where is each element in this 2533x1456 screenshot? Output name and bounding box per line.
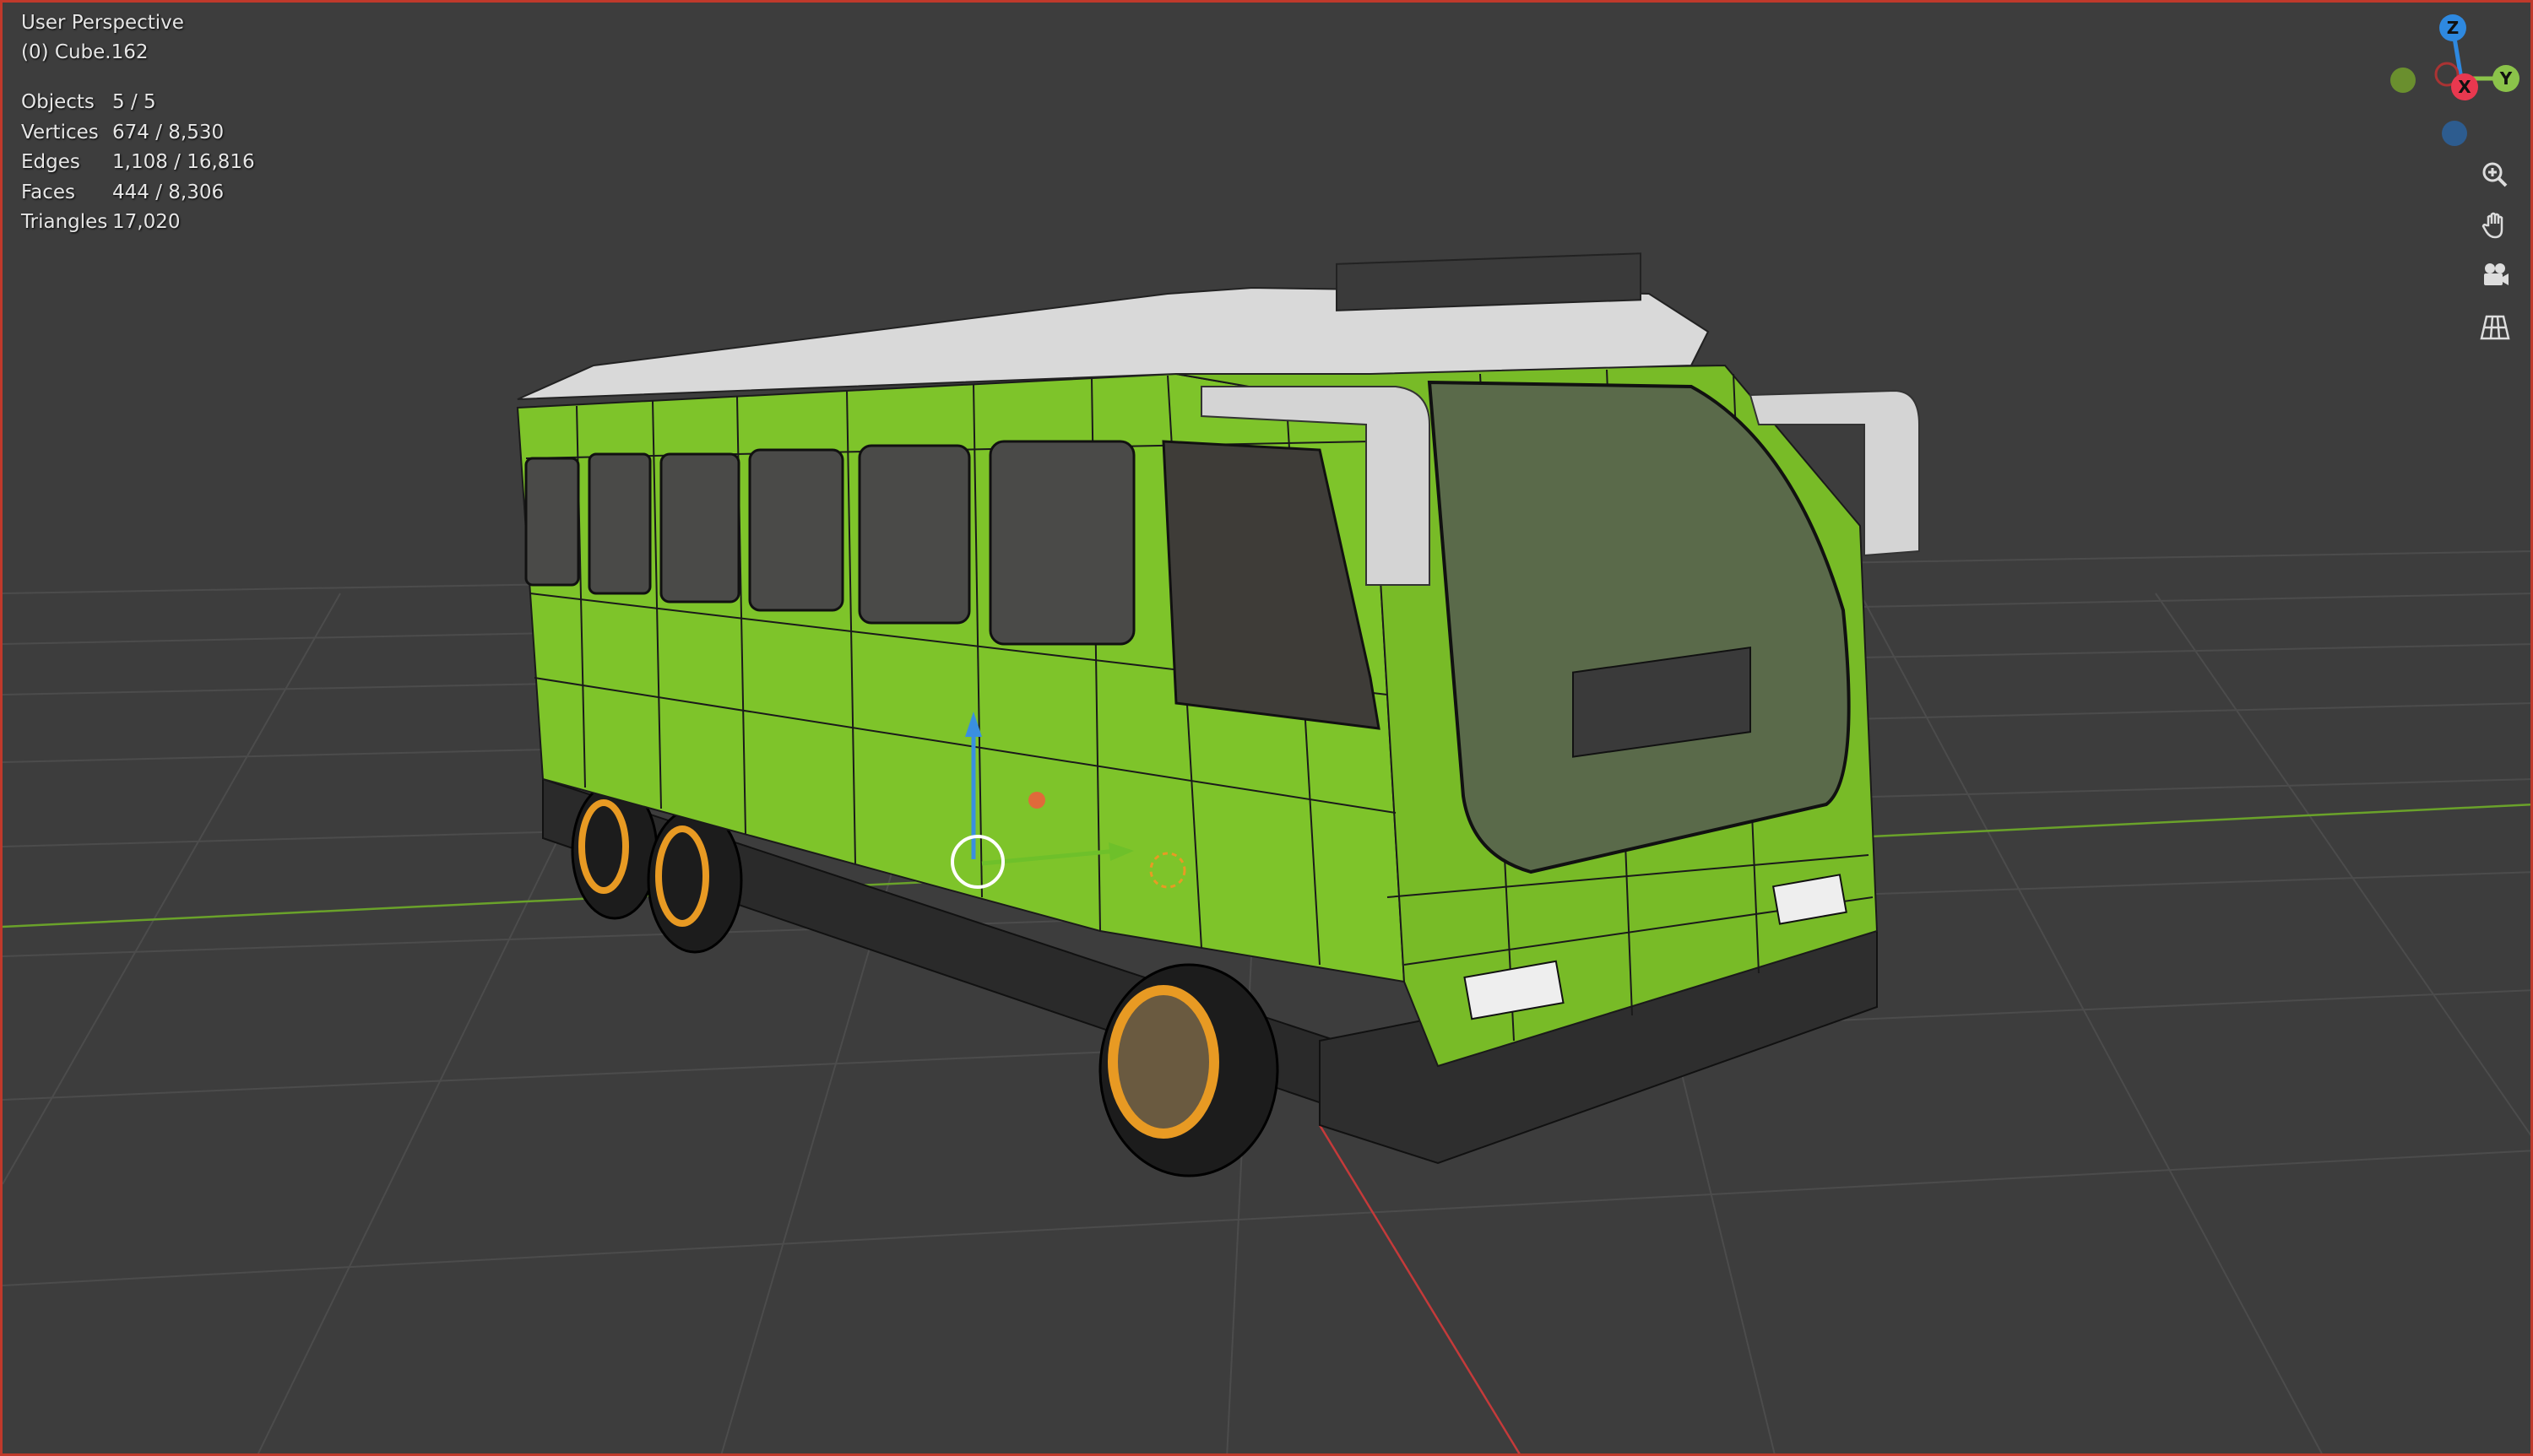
roof-rack bbox=[1336, 252, 1641, 311]
z-axis-label: Z bbox=[2447, 18, 2460, 38]
stat-row-faces: Faces 444 / 8,306 bbox=[21, 178, 255, 208]
camera-view-button[interactable] bbox=[2473, 254, 2517, 298]
stat-value: 5 / 5 bbox=[112, 91, 156, 114]
stat-value: 674 / 8,530 bbox=[112, 121, 225, 143]
x-axis-label: X bbox=[2458, 77, 2471, 97]
stat-row-vertices: Vertices 674 / 8,530 bbox=[21, 118, 255, 149]
y-axis-label: Y bbox=[2499, 68, 2513, 89]
pan-button[interactable] bbox=[2473, 203, 2517, 247]
bus-model[interactable] bbox=[516, 252, 1920, 1177]
navigation-gizmo[interactable]: Z Y X bbox=[2367, 3, 2533, 163]
neg-z-axis-button[interactable] bbox=[2442, 121, 2467, 146]
stat-value: 444 / 8,306 bbox=[112, 181, 225, 203]
view-name: User Perspective bbox=[21, 12, 184, 34]
front-wheel bbox=[1098, 963, 1279, 1177]
camera-icon bbox=[2484, 263, 2509, 285]
active-object-name: (0) Cube.162 bbox=[21, 41, 149, 63]
viewport-navigation-buttons bbox=[2473, 153, 2517, 355]
stat-label: Faces bbox=[21, 181, 75, 203]
scene-statistics: Objects 5 / 5 Vertices 674 / 8,530 Edges… bbox=[21, 88, 255, 238]
hand-pan-icon bbox=[2481, 212, 2503, 239]
stat-row-triangles: Triangles 17,020 bbox=[21, 208, 255, 238]
stat-label: Vertices bbox=[21, 121, 99, 143]
stat-row-edges: Edges 1,108 / 16,816 bbox=[21, 148, 255, 178]
stat-label: Triangles bbox=[21, 211, 108, 234]
grid-ortho-icon bbox=[2480, 315, 2510, 340]
stat-label: Edges bbox=[21, 151, 80, 174]
stat-row-objects: Objects 5 / 5 bbox=[21, 88, 255, 118]
3d-viewport[interactable]: User Perspective (0) Cube.162 Objects 5 … bbox=[0, 0, 2533, 1456]
stat-value: 17,020 bbox=[112, 211, 181, 234]
scene-canvas[interactable] bbox=[3, 3, 2533, 1456]
stat-label: Objects bbox=[21, 91, 95, 114]
zoom-button[interactable] bbox=[2473, 153, 2517, 197]
perspective-toggle-button[interactable] bbox=[2473, 305, 2517, 349]
stat-value: 1,108 / 16,816 bbox=[112, 151, 255, 174]
zoom-icon bbox=[2482, 162, 2508, 187]
neg-y-axis-button[interactable] bbox=[2390, 68, 2416, 93]
x-axis-line bbox=[1318, 1124, 1521, 1453]
